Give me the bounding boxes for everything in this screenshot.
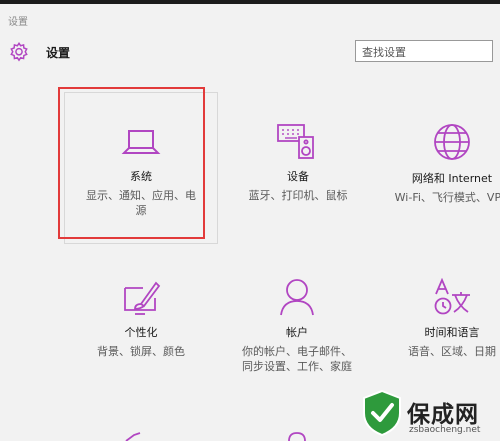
watermark-url: zsbaocheng.net [409,425,481,435]
time-language-icon [434,278,470,315]
tile-accounts[interactable]: 帐户 你的帐户、电子邮件、 同步设置、工作、家庭 [217,278,377,374]
partial-icon-bottom-center [288,432,306,441]
paint-brush-icon [124,281,161,315]
keyboard-speaker-icon [277,124,314,159]
search-box[interactable] [355,40,493,62]
header: 设置 [0,32,500,72]
tile-time-language-label: 时间和语言 [424,326,480,339]
tile-devices-desc: 蓝牙、打印机、鼠标 [248,189,348,202]
watermark-name: 保成网 [407,402,479,428]
watermark: 保成网 zsbaocheng.net [355,386,500,441]
page-title: 设置 [46,46,71,60]
tile-time-language-desc: 语音、区域、日期 [408,345,496,358]
tile-accounts-label: 帐户 [286,326,308,339]
tile-personalization-desc: 背景、锁屏、颜色 [97,345,185,358]
tile-personalization-label: 个性化 [124,326,158,339]
globe-icon [434,124,470,160]
tile-devices-label: 设备 [287,170,309,183]
tile-time-language[interactable]: 时间和语言 语音、区域、日期 [372,278,500,359]
tile-network[interactable]: 网络和 Internet Wi-Fi、飞行模式、VPN [372,122,500,205]
partial-icon-bottom-left [125,432,141,441]
shield-logo-icon [363,389,401,437]
tile-network-desc: Wi-Fi、飞行模式、VPN [394,191,500,204]
person-icon [280,279,314,316]
search-input[interactable] [362,43,488,62]
tile-personalization[interactable]: 个性化 背景、锁屏、颜色 [61,278,221,359]
tile-devices[interactable]: 设备 蓝牙、打印机、鼠标 [218,122,378,203]
title-bar: 设置 [0,4,500,32]
gear-icon[interactable] [8,41,30,63]
highlight-box [58,87,205,239]
tile-network-label: 网络和 Internet [411,172,493,185]
window-title: 设置 [8,17,28,28]
tile-accounts-desc: 你的帐户、电子邮件、 同步设置、工作、家庭 [242,345,352,373]
